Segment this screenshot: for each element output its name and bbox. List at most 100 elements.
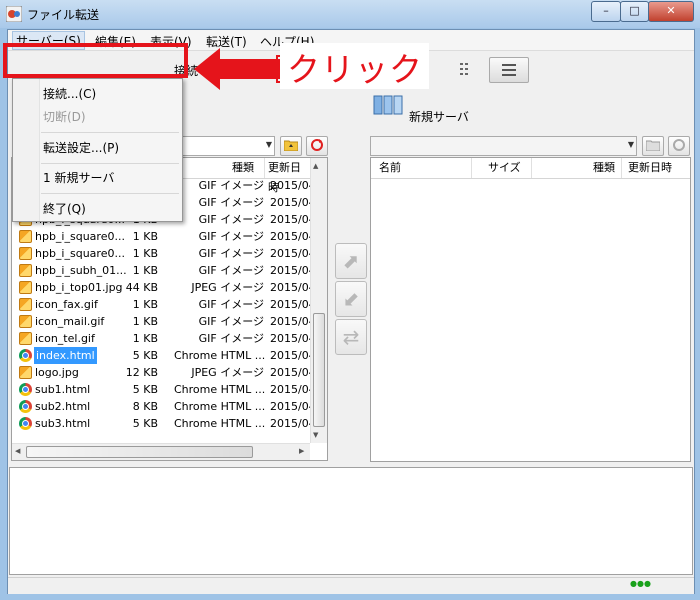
file-date: 2015/04: [270, 400, 316, 413]
callout-text: クリック: [287, 50, 423, 89]
remote-path-combo[interactable]: ▼: [370, 136, 637, 156]
file-name: hpb_i_square0...: [35, 230, 125, 243]
image-icon: [19, 332, 32, 345]
local-vertical-scrollbar[interactable]: ▲ ▼: [310, 158, 327, 443]
menu-separator: [41, 163, 179, 164]
download-button[interactable]: ⬋: [335, 281, 367, 317]
image-icon: [19, 230, 32, 243]
local-horizontal-scrollbar[interactable]: ◀ ▶: [12, 443, 310, 460]
file-row[interactable]: hpb_i_square0... 1 KB GIF イメージ 2015/04: [12, 245, 316, 262]
scroll-down-icon[interactable]: ▼: [313, 431, 318, 439]
file-type: Chrome HTML ...: [174, 417, 266, 430]
file-size: 1 KB: [132, 230, 158, 243]
file-name: icon_mail.gif: [35, 315, 105, 328]
file-size: 1 KB: [132, 264, 158, 277]
scroll-thumb[interactable]: [313, 313, 325, 427]
file-row[interactable]: icon_tel.gif 1 KB GIF イメージ 2015/04: [12, 330, 316, 347]
file-row[interactable]: hpb_i_square0... 1 KB GIF イメージ 2015/04: [12, 228, 316, 245]
file-date: 2015/04: [270, 179, 316, 192]
file-date: 2015/04: [270, 213, 316, 226]
scroll-right-icon[interactable]: ▶: [299, 447, 304, 455]
file-type: GIF イメージ: [198, 230, 264, 243]
file-name: hpb_i_square0...: [35, 247, 125, 260]
file-size: 5 KB: [132, 383, 158, 396]
file-row[interactable]: hpb_i_top01.jpg 44 KB JPEG イメージ 2015/04: [12, 279, 316, 296]
remote-refresh-icon[interactable]: [668, 136, 690, 156]
remote-col-size[interactable]: サイズ: [488, 158, 521, 178]
menu-connect[interactable]: 接続...(C): [43, 85, 96, 102]
file-date: 2015/04: [270, 315, 316, 328]
file-name: hpb_i_subh_01...: [35, 264, 127, 277]
remote-folder-up-icon[interactable]: [642, 136, 664, 156]
file-name: icon_fax.gif: [35, 298, 98, 311]
client-area: サーバー(S) 編集(E) 表示(V) 転送(T) ヘルプ(H) 接続 ▼ 種類…: [7, 29, 695, 594]
local-path-combo[interactable]: ▼: [173, 136, 275, 156]
chrome-icon: [19, 383, 32, 396]
close-button[interactable]: ✕: [648, 1, 694, 22]
file-row[interactable]: sub1.html 5 KB Chrome HTML ... 2015/04: [12, 381, 316, 398]
file-type: GIF イメージ: [198, 247, 264, 260]
menu-transfer-settings[interactable]: 転送設定...(P): [43, 139, 119, 156]
menu-disconnect[interactable]: 切断(D): [43, 108, 86, 125]
scroll-left-icon[interactable]: ◀: [15, 447, 20, 455]
file-name: sub2.html: [35, 400, 91, 413]
file-row[interactable]: icon_fax.gif 1 KB GIF イメージ 2015/04: [12, 296, 316, 313]
refresh-icon[interactable]: [306, 136, 328, 156]
file-row[interactable]: hpb_i_subh_01... 1 KB GIF イメージ 2015/04: [12, 262, 316, 279]
file-size: 12 KB: [125, 366, 158, 379]
scroll-up-icon[interactable]: ▲: [313, 162, 318, 170]
image-icon: [19, 315, 32, 328]
file-type: JPEG イメージ: [191, 366, 264, 379]
remote-server-label: 新規サーバ: [409, 110, 469, 124]
file-row[interactable]: index.html 5 KB Chrome HTML ... 2015/04: [12, 347, 316, 364]
sync-button[interactable]: ⇄: [335, 319, 367, 355]
file-row[interactable]: icon_mail.gif 1 KB GIF イメージ 2015/04: [12, 313, 316, 330]
file-date: 2015/04: [270, 383, 316, 396]
file-size: 1 KB: [132, 247, 158, 260]
folder-up-icon[interactable]: [280, 136, 302, 156]
remote-col-name[interactable]: 名前: [379, 158, 401, 178]
file-name: sub1.html: [35, 383, 91, 396]
file-date: 2015/04: [270, 366, 316, 379]
title-bar: ファイル転送 – □ ✕: [0, 0, 700, 28]
remote-col-date[interactable]: 更新日時: [628, 158, 672, 178]
file-size: 44 KB: [125, 281, 158, 294]
file-name: sub3.html: [35, 417, 91, 430]
file-type: GIF イメージ: [198, 179, 264, 192]
image-icon: [19, 264, 32, 277]
menu-separator: [41, 132, 179, 133]
highlight-box: [3, 43, 188, 78]
details-view-icon[interactable]: [489, 57, 529, 83]
chrome-icon: [19, 349, 32, 362]
remote-col-type[interactable]: 種類: [593, 158, 615, 178]
scroll-thumb-h[interactable]: [26, 446, 253, 458]
file-type: Chrome HTML ...: [174, 349, 266, 362]
file-date: 2015/04: [270, 332, 316, 345]
remote-column-header: 名前 サイズ 種類 更新日時: [371, 158, 690, 179]
status-bar: ●●●: [8, 577, 694, 594]
file-size: 5 KB: [132, 349, 158, 362]
connection-indicator: ●●●: [630, 579, 651, 588]
list-view-icon[interactable]: [454, 57, 480, 81]
upload-button[interactable]: ⬈: [335, 243, 367, 279]
maximize-button[interactable]: □: [620, 1, 649, 22]
minimize-button[interactable]: –: [591, 1, 621, 22]
file-row[interactable]: logo.jpg 12 KB JPEG イメージ 2015/04: [12, 364, 316, 381]
file-date: 2015/04: [270, 298, 316, 311]
menu-recent-server[interactable]: 1 新規サーバ: [43, 169, 114, 186]
file-row[interactable]: sub2.html 8 KB Chrome HTML ... 2015/04: [12, 398, 316, 415]
file-date: 2015/04: [270, 196, 316, 209]
file-name: icon_tel.gif: [35, 332, 95, 345]
app-window: ファイル転送 – □ ✕ サーバー(S) 編集(E) 表示(V) 転送(T) ヘ…: [0, 0, 700, 600]
file-date: 2015/04: [270, 230, 316, 243]
file-size: 8 KB: [132, 400, 158, 413]
callout-arrow-icon: [194, 48, 292, 90]
file-type: Chrome HTML ...: [174, 400, 266, 413]
file-row[interactable]: sub3.html 5 KB Chrome HTML ... 2015/04: [12, 415, 316, 432]
file-type: GIF イメージ: [198, 264, 264, 277]
menu-exit[interactable]: 終了(Q): [43, 200, 86, 217]
window-title: ファイル転送: [27, 8, 100, 22]
chevron-down-icon: ▼: [265, 140, 272, 149]
local-col-type[interactable]: 種類: [232, 158, 254, 178]
chrome-icon: [19, 417, 32, 430]
